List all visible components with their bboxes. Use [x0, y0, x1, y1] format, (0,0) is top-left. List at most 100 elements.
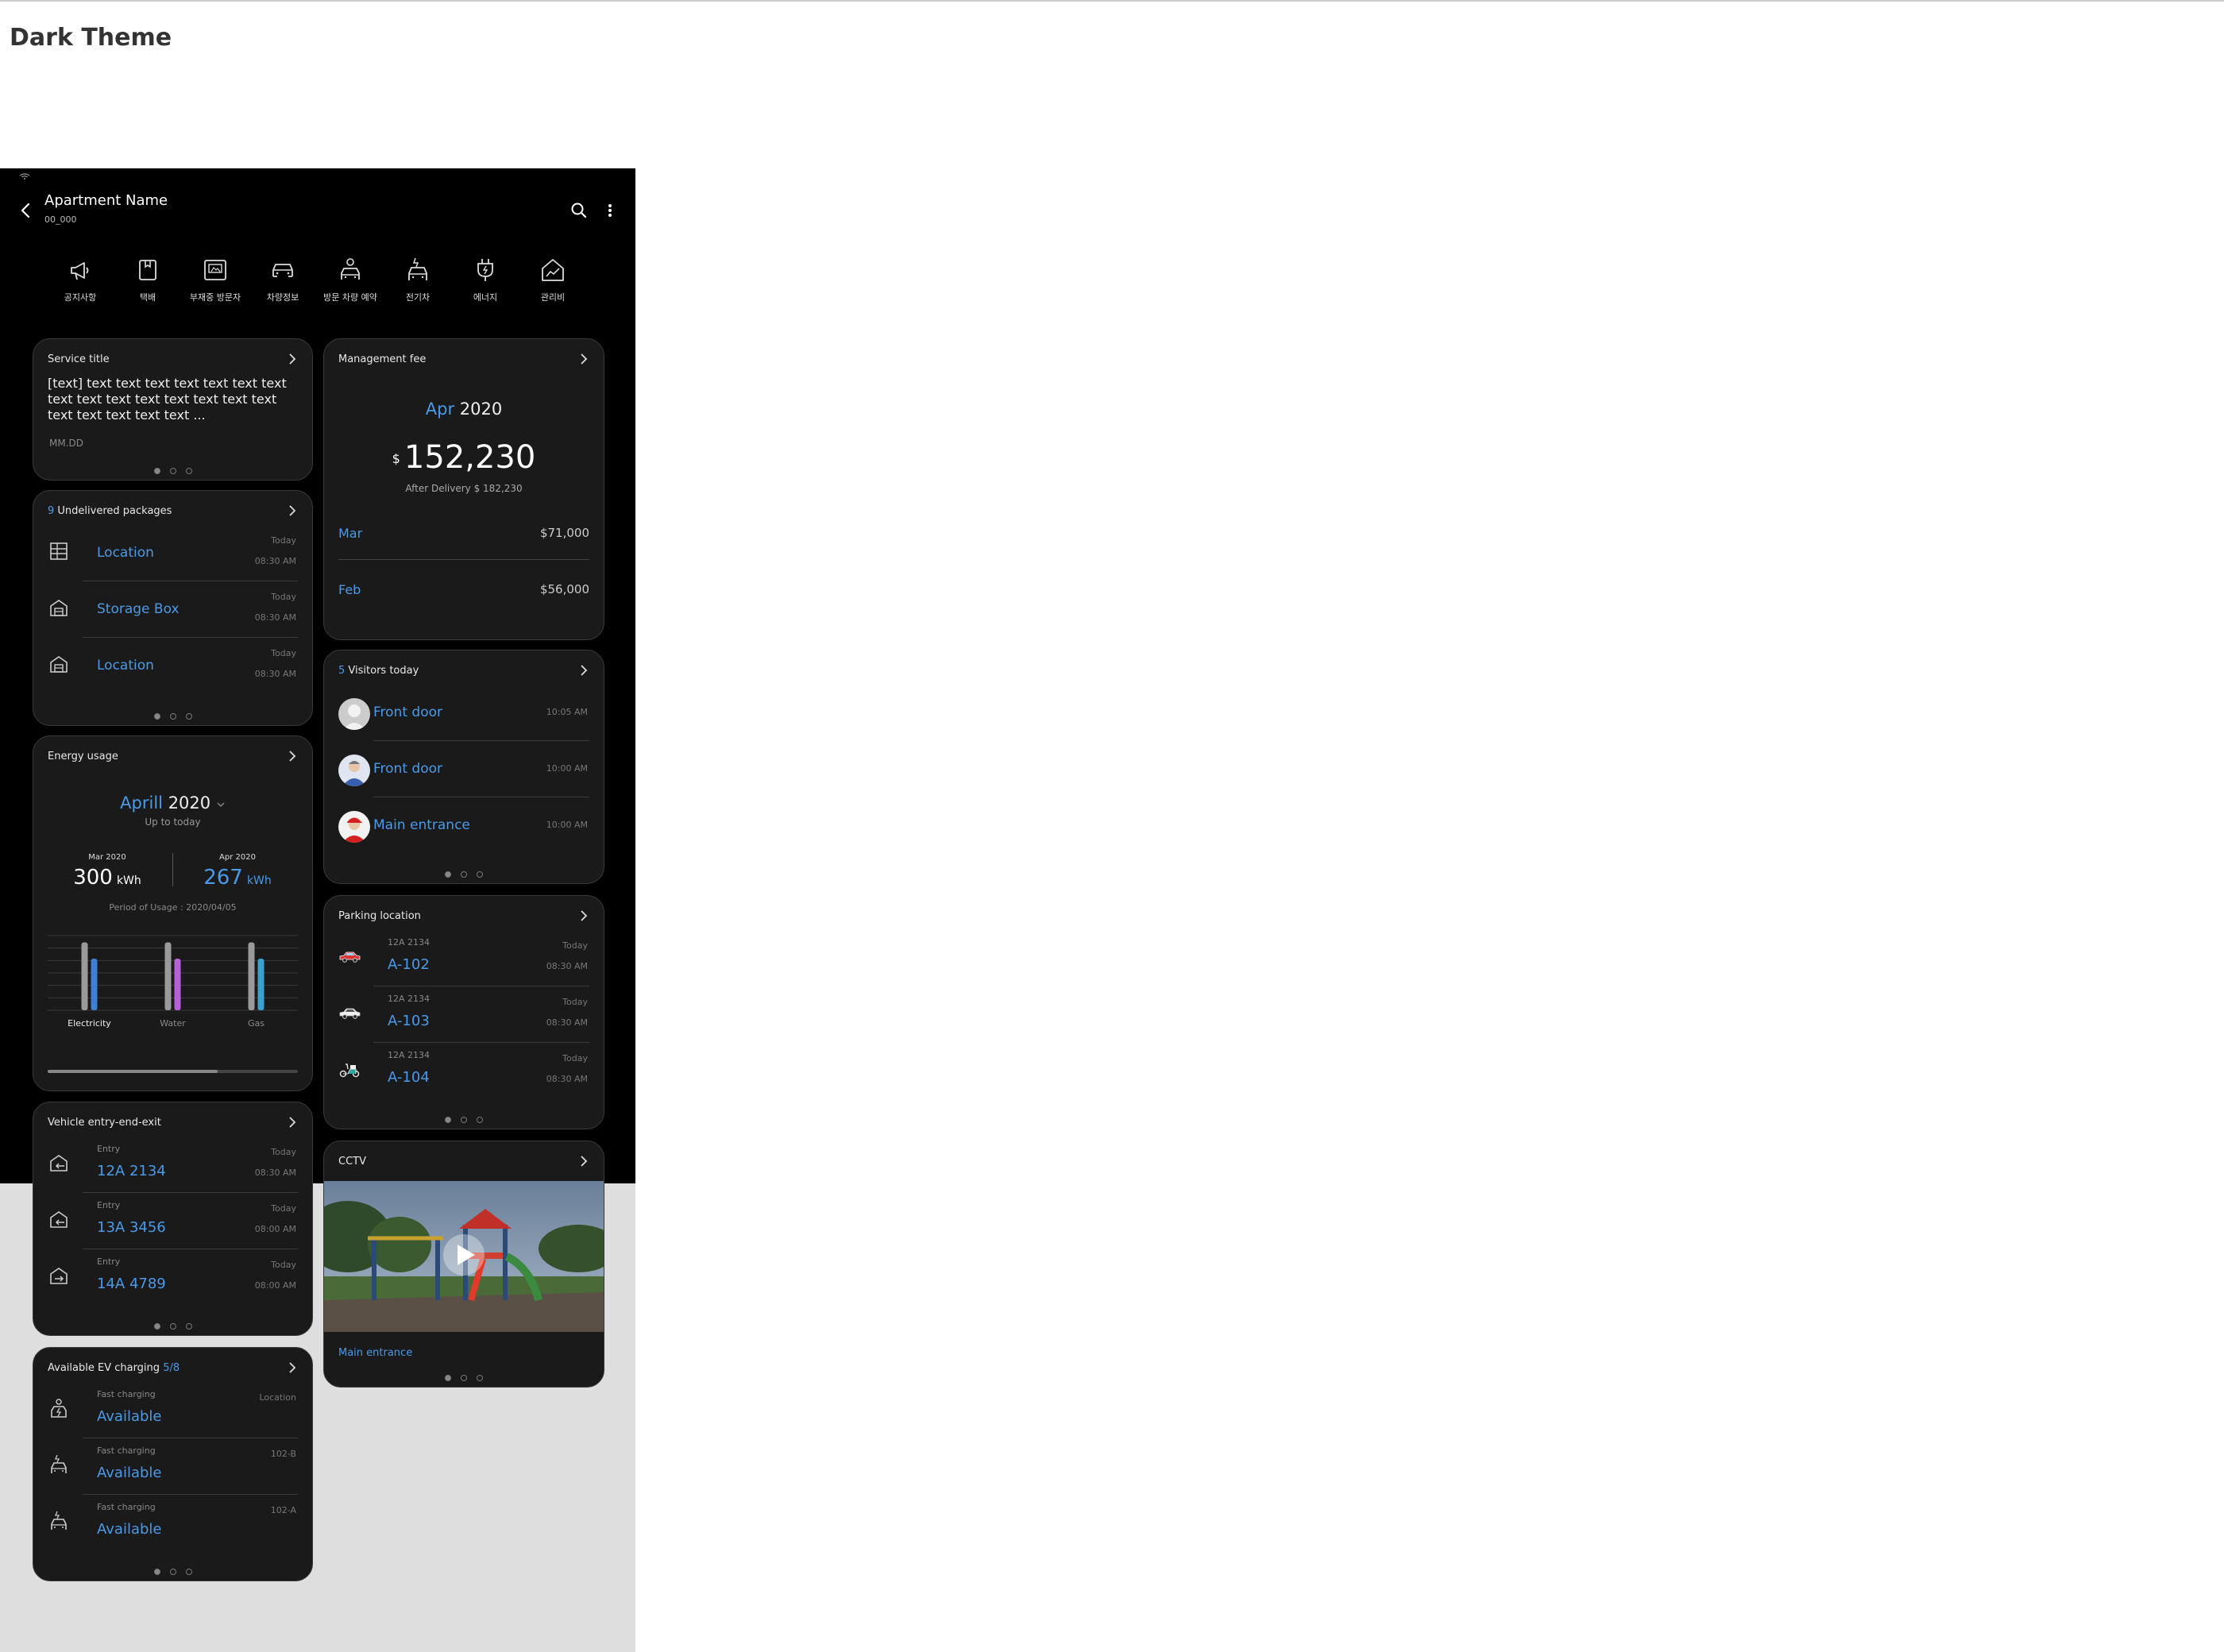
vehicles-title: Vehicle entry-end-exit	[48, 1117, 161, 1129]
energy-usage-card[interactable]: Energy usage Aprill 2020 Up to today Mar…	[33, 735, 313, 1091]
chart-bar-water-previous	[164, 942, 172, 1010]
fee-history-row[interactable]: Feb $56,000	[338, 582, 589, 614]
chevron-down-icon[interactable]	[216, 801, 226, 809]
chart-bar-electricity-current	[91, 959, 98, 1010]
ev-status: Available	[97, 1408, 162, 1425]
package-row[interactable]: Location Today 08:30 AM	[48, 526, 298, 581]
vehicle-row[interactable]: Entry 14A 4789 Today 08:00 AM	[48, 1250, 298, 1306]
visitor-car-reservation-icon	[341, 258, 360, 280]
quick-menu-visitor-reservation[interactable]: 방문 차량 예약	[317, 256, 384, 303]
package-row[interactable]: Location Today 08:30 AM	[48, 639, 298, 694]
quick-menu-car-info[interactable]: 차량정보	[249, 256, 316, 303]
visitor-row[interactable]: Front door 10:05 AM	[332, 685, 589, 741]
quick-menu-label: 공지사항	[64, 292, 97, 303]
parking-plate: 12A 2134	[388, 937, 431, 948]
ev-count: 5/8	[163, 1362, 180, 1374]
cctv-caption: Main entrance	[338, 1347, 413, 1359]
ev-row[interactable]: Fast charging Available 102-A	[48, 1496, 298, 1551]
package-day: Today	[271, 648, 296, 658]
quick-menu-label: 방문 차량 예약	[323, 292, 377, 303]
quick-menu-absent-visitor[interactable]: 부재중 방문자	[182, 256, 249, 303]
vehicle-entry-exit-card[interactable]: Vehicle entry-end-exit Entry 12A 2134 To…	[33, 1102, 313, 1336]
quick-menu-notice[interactable]: 공지사항	[47, 256, 114, 303]
fee-history-row[interactable]: Mar $71,000	[338, 526, 589, 570]
red-car-icon	[339, 951, 361, 963]
cctv-card[interactable]: CCTV Main entrance	[323, 1141, 604, 1388]
parking-time: 08:30 AM	[546, 1074, 588, 1084]
ev-type: Fast charging	[97, 1389, 156, 1399]
chart-category-label: Gas	[248, 1018, 264, 1028]
package-location: Storage Box	[97, 601, 180, 617]
quick-menu-label: 전기차	[405, 292, 431, 303]
parcel-box-icon	[139, 260, 156, 280]
parking-row[interactable]: 12A 2134 A-102 Today 08:30 AM	[338, 931, 589, 986]
quick-menu-parcel[interactable]: 택배	[114, 256, 181, 303]
chevron-right-icon[interactable]	[284, 1359, 301, 1376]
back-icon[interactable]	[14, 199, 38, 222]
visitor-avatar	[338, 755, 370, 786]
visitors-title-text: Visitors today	[348, 665, 419, 677]
chevron-right-icon[interactable]	[284, 502, 301, 519]
page-heading: Dark Theme	[10, 24, 172, 52]
ev-charging-card[interactable]: Available EV charging 5/8 Fast charging …	[33, 1347, 313, 1581]
energy-prev-reading: 300 kWh	[48, 866, 167, 890]
ev-location: 102-B	[270, 1449, 296, 1459]
visitor-row[interactable]: Front door 10:00 AM	[332, 742, 589, 797]
ev-row[interactable]: Fast charging Available 102-B	[48, 1439, 298, 1495]
entry-icon	[50, 1211, 68, 1228]
ev-location: Location	[259, 1392, 296, 1403]
energy-year: 2020	[168, 793, 211, 812]
megaphone-icon	[71, 262, 89, 280]
fee-history-amount: $71,000	[539, 526, 589, 540]
parking-row[interactable]: 12A 2134 A-103 Today 08:30 AM	[338, 987, 589, 1043]
ev-title: Available EV charging 5/8	[48, 1362, 180, 1374]
vehicle-row[interactable]: Entry 13A 3456 Today 08:00 AM	[48, 1194, 298, 1249]
energy-divider	[172, 853, 173, 886]
visitors-today-card[interactable]: 5 Visitors today Front door 10:05 AM Fro…	[323, 650, 604, 884]
chevron-right-icon[interactable]	[284, 1114, 301, 1131]
chevron-right-icon[interactable]	[575, 1152, 593, 1170]
parking-location-card[interactable]: Parking location 12A 2134 A-102 Today 08…	[323, 895, 604, 1129]
parking-row[interactable]: 12A 2134 A-104 Today 08:30 AM	[338, 1044, 589, 1099]
undelivered-packages-card[interactable]: 9 Undelivered packages Location Today 08…	[33, 490, 313, 726]
vehicle-plate: 14A 4789	[97, 1276, 166, 1292]
more-options-icon[interactable]	[602, 200, 618, 221]
chevron-right-icon[interactable]	[575, 907, 593, 924]
parking-day: Today	[562, 1053, 588, 1063]
energy-up-to: Up to today	[145, 816, 201, 828]
absent-visitor-icon	[204, 260, 226, 280]
energy-month-selector[interactable]: Aprill 2020	[33, 793, 312, 812]
vehicle-plate: 13A 3456	[97, 1219, 166, 1236]
parking-day: Today	[562, 940, 588, 951]
quick-menu-label: 에너지	[473, 292, 498, 303]
vehicle-row[interactable]: Entry 12A 2134 Today 08:30 AM	[48, 1137, 298, 1193]
cctv-video-preview[interactable]	[324, 1181, 604, 1332]
quick-menu-management-fee[interactable]: 관리비	[519, 256, 586, 303]
chart-scrollbar-thumb[interactable]	[48, 1070, 218, 1073]
visitor-location: Main entrance	[373, 817, 470, 833]
package-row[interactable]: Storage Box Today 08:30 AM	[48, 582, 298, 638]
chevron-right-icon[interactable]	[575, 350, 593, 368]
quick-menu-ev[interactable]: 전기차	[384, 256, 451, 303]
ev-row[interactable]: Fast charging Available Location	[48, 1383, 298, 1438]
chart-scrollbar[interactable]	[48, 1070, 298, 1073]
quick-menu-energy[interactable]: 에너지	[452, 256, 519, 303]
energy-title: Energy usage	[48, 751, 118, 762]
quick-menu-label: 부재중 방문자	[189, 292, 241, 303]
package-time: 08:30 AM	[254, 556, 296, 566]
wifi-icon	[19, 173, 30, 179]
energy-cur-value: 267	[203, 866, 243, 890]
visitor-avatar	[338, 811, 370, 843]
visitor-row[interactable]: Main entrance 10:00 AM	[332, 798, 589, 854]
chart-category-label: Water	[160, 1018, 186, 1028]
fee-currency: $	[392, 451, 400, 466]
chevron-right-icon[interactable]	[284, 747, 301, 765]
entry-icon	[50, 1155, 68, 1171]
management-fee-card[interactable]: Management fee Apr 2020 $ 152,230 After …	[323, 338, 604, 640]
chevron-right-icon[interactable]	[284, 350, 301, 368]
search-icon[interactable]	[569, 200, 589, 221]
chevron-right-icon[interactable]	[575, 662, 593, 679]
car-icon	[272, 264, 293, 277]
packages-title: 9 Undelivered packages	[48, 505, 172, 517]
service-card[interactable]: Service title [text] text text text text…	[33, 338, 313, 481]
